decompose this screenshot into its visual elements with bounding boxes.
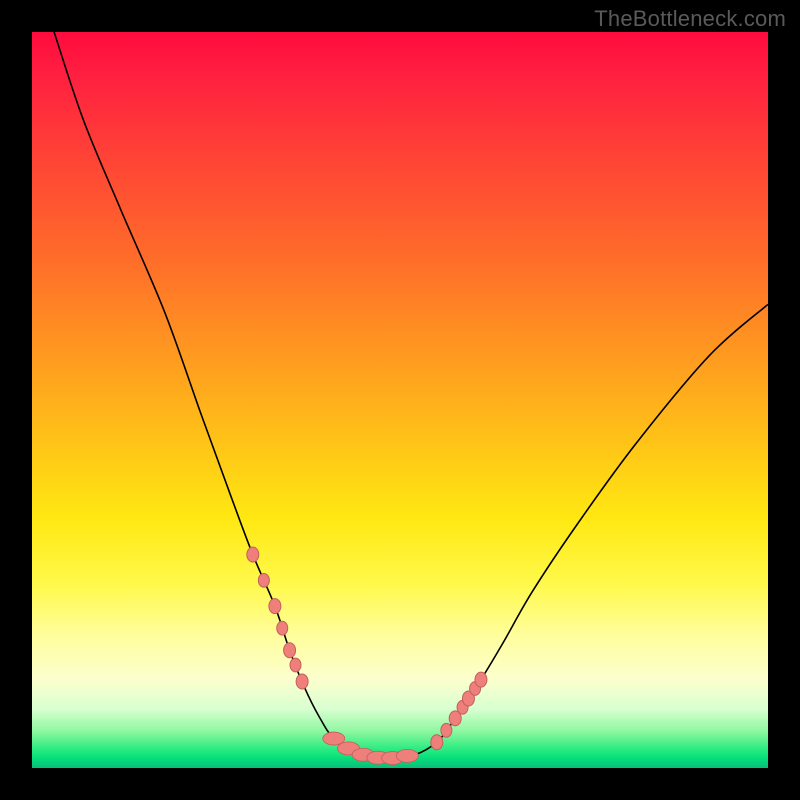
curve-marker-left: [290, 658, 301, 672]
curve-marker-left: [269, 599, 281, 614]
curve-marker-left: [247, 547, 259, 562]
curve-marker-left: [296, 674, 308, 689]
curve-marker-left: [277, 621, 288, 635]
curve-marker-right: [475, 672, 487, 687]
plot-area: [32, 32, 768, 768]
curve-marker-left: [258, 573, 269, 587]
curve-marker-left: [284, 643, 296, 658]
curve-marker-right: [441, 723, 452, 737]
curve-marker-valley: [396, 749, 418, 762]
chart-svg: [32, 32, 768, 768]
watermark-text: TheBottleneck.com: [594, 6, 786, 32]
curve-marker-right: [431, 735, 443, 750]
bottleneck-curve: [54, 32, 768, 759]
marker-layer: [247, 547, 487, 765]
chart-frame: TheBottleneck.com: [0, 0, 800, 800]
